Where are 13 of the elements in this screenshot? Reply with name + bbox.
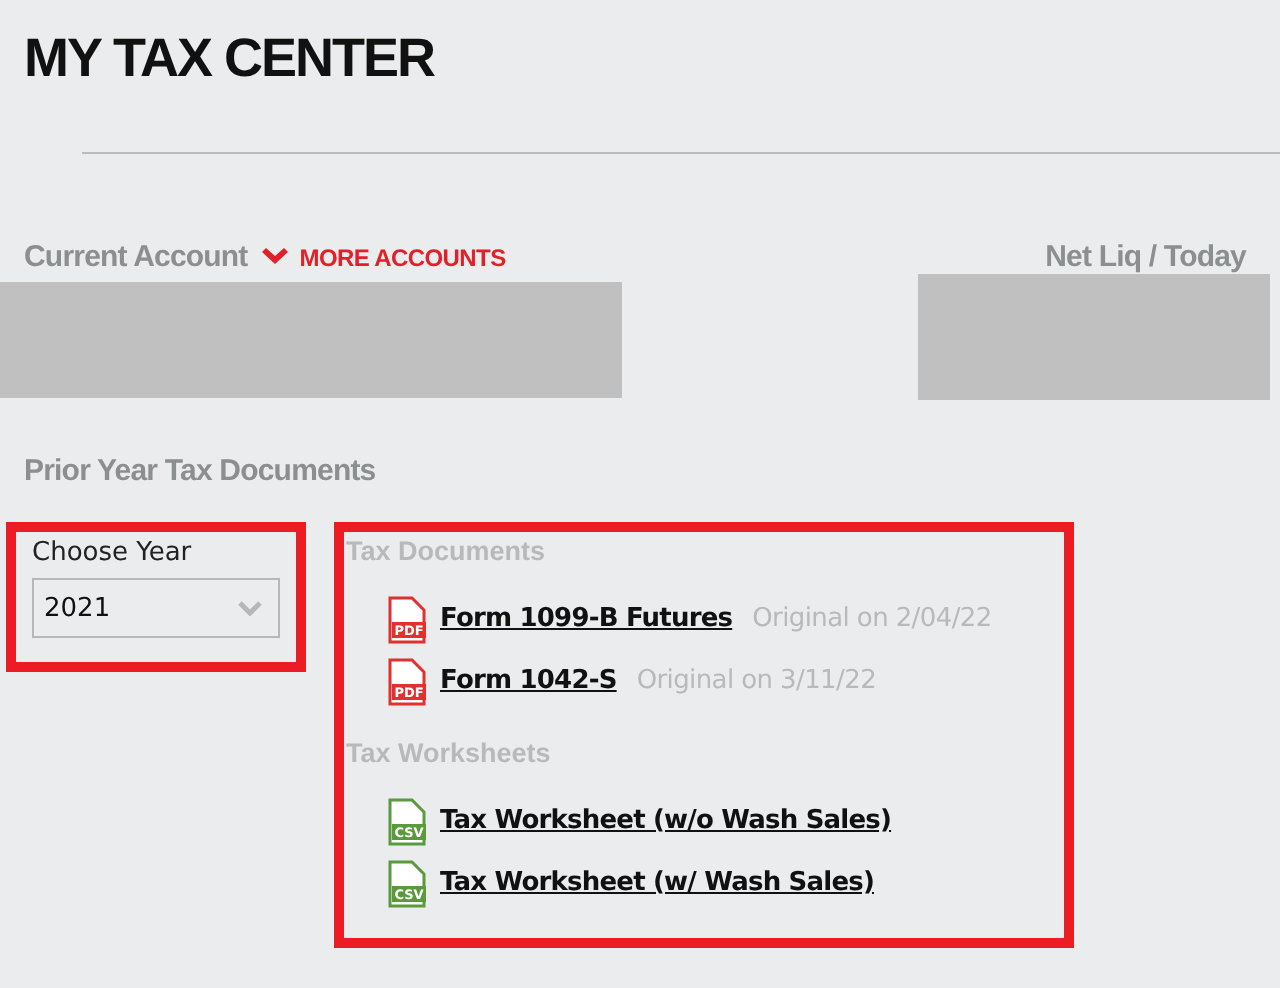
net-liq-label: Net Liq / Today [1045,240,1246,274]
document-link[interactable]: Tax Worksheet (w/ Wash Sales) [440,868,874,898]
chevron-down-icon [238,600,262,616]
year-select[interactable]: 2021 [32,578,280,638]
document-link[interactable]: Form 1042-S [440,666,617,696]
page-title: MY TAX CENTER [22,26,437,92]
document-link[interactable]: Form 1099-B Futures [440,604,733,634]
document-link[interactable]: Tax Worksheet (w/o Wash Sales) [440,806,892,836]
year-label: Choose Year [32,538,194,568]
account-label: Current Account [24,240,248,274]
section-title: Prior Year Tax Documents [22,452,378,488]
more-accounts-link[interactable]: MORE ACCOUNTS [259,243,506,271]
chevron-down-icon [259,246,290,268]
